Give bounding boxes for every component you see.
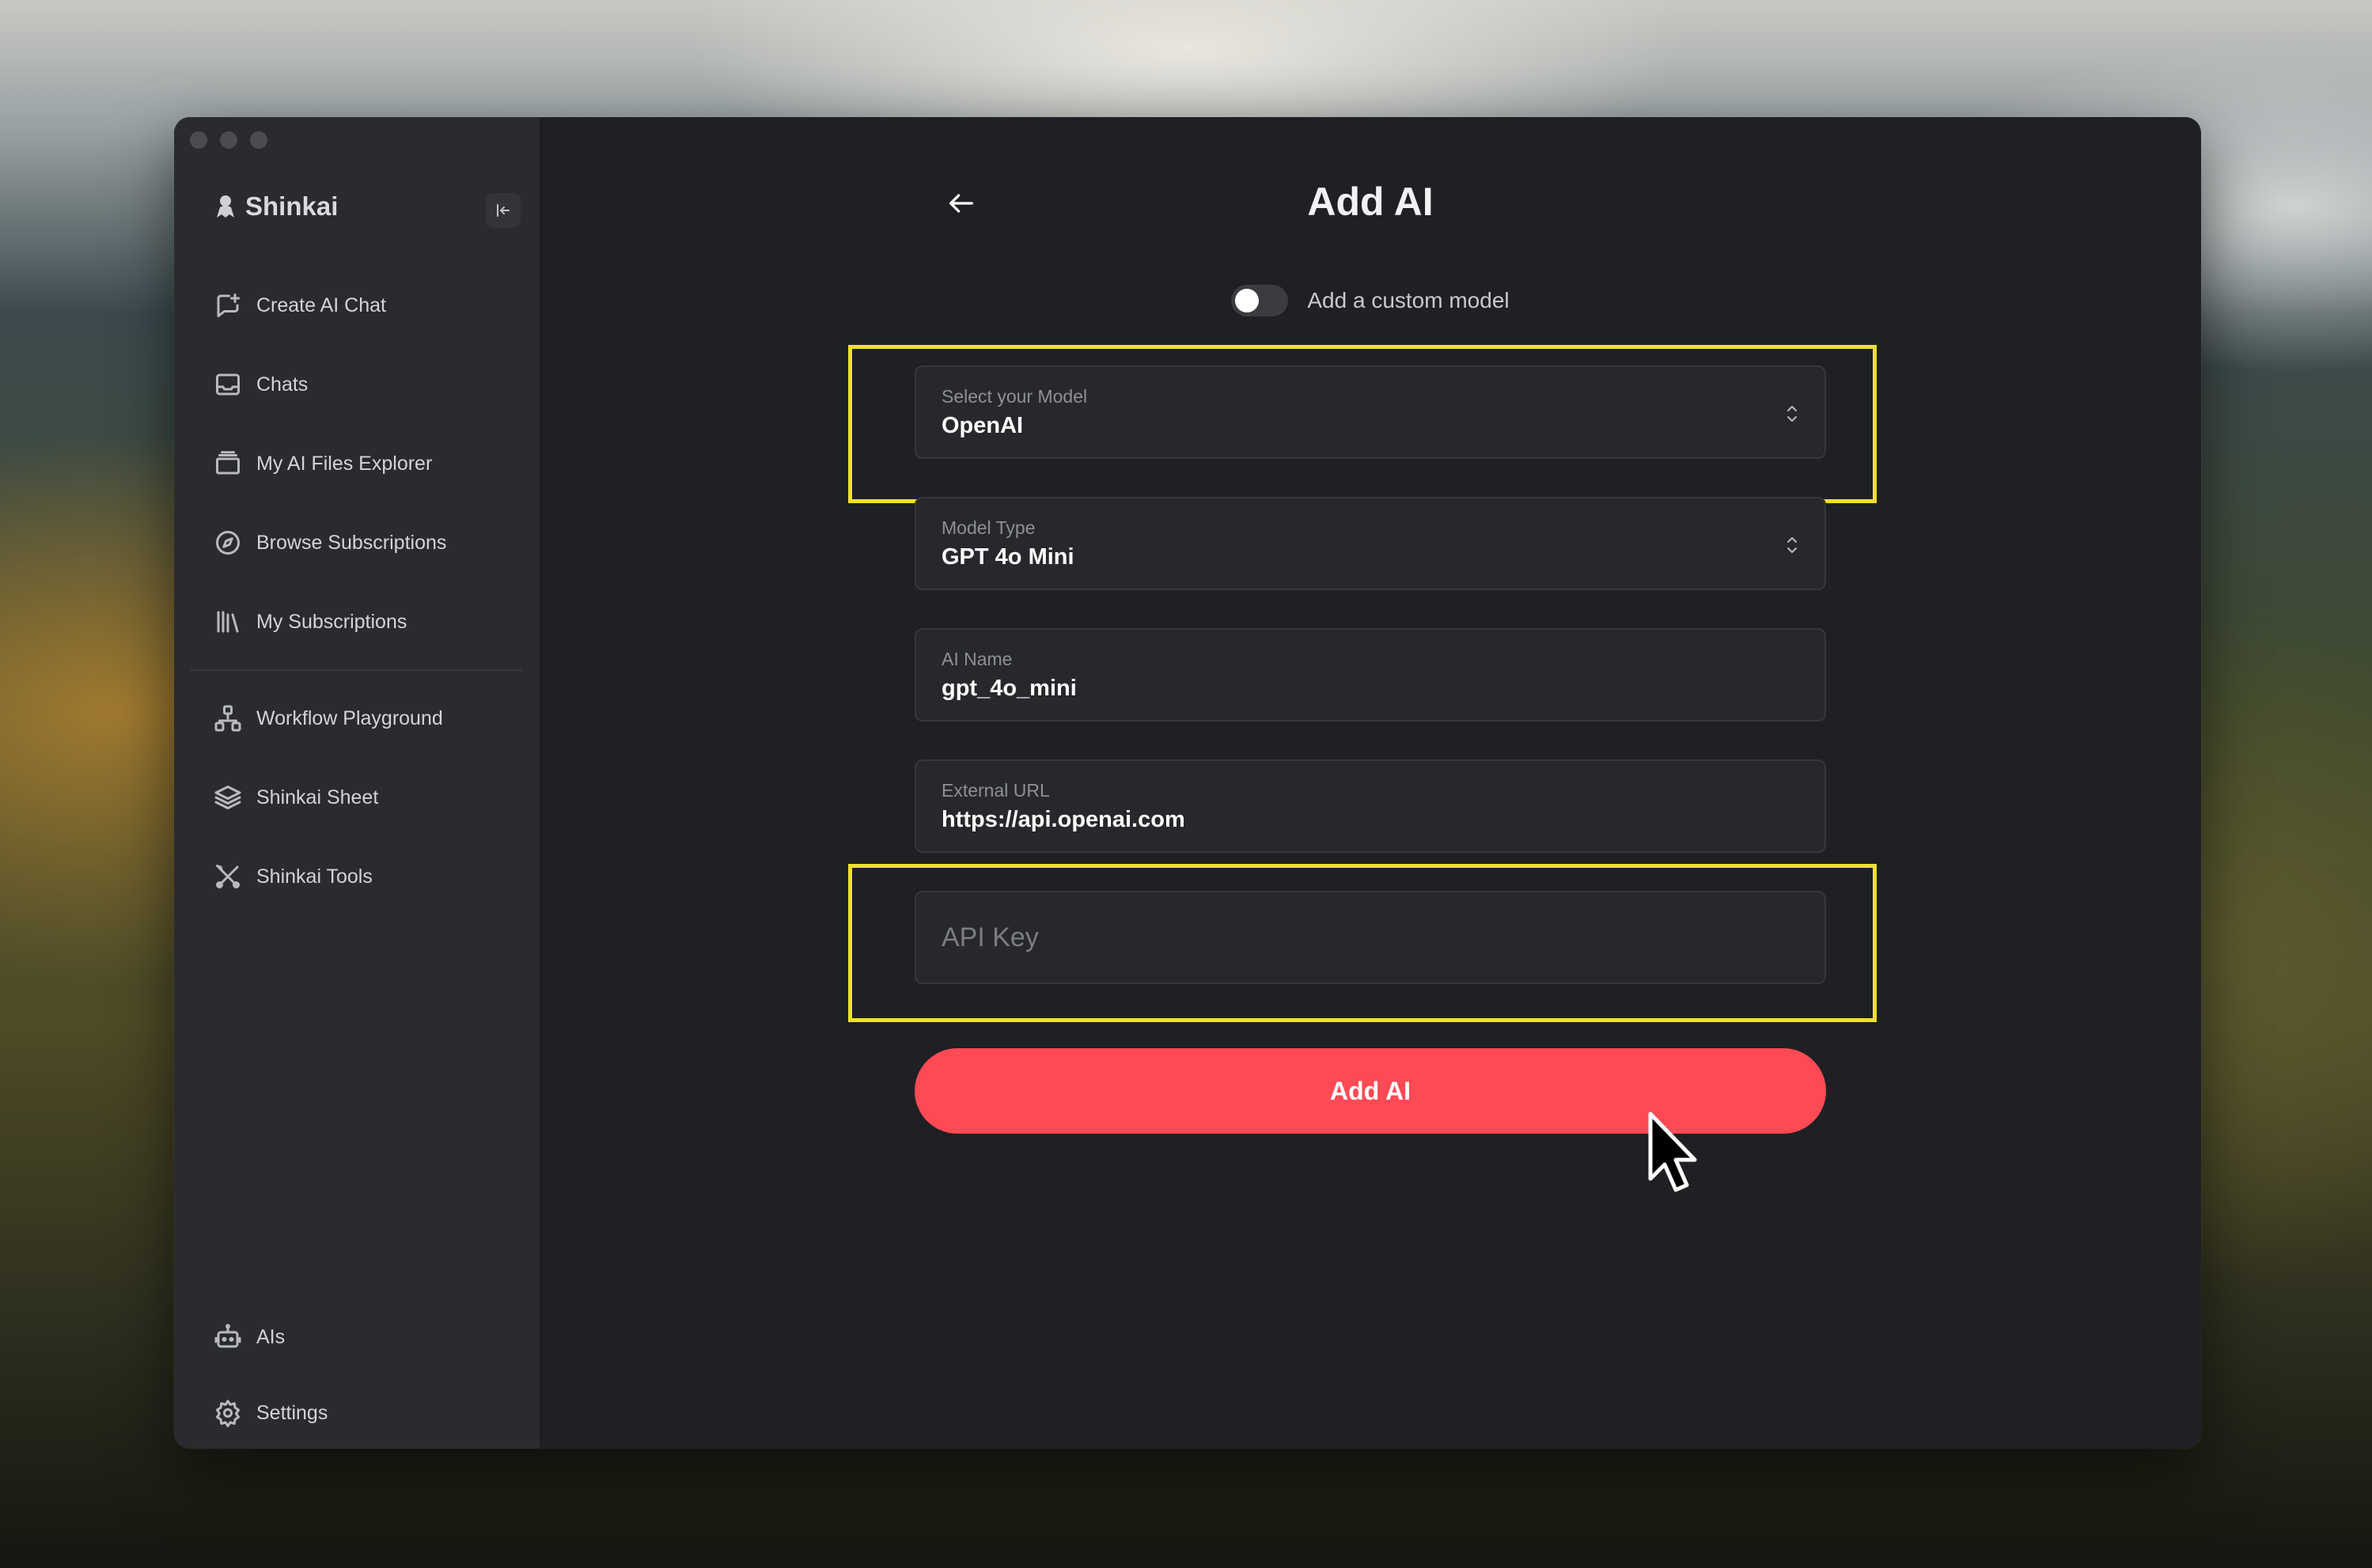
field-value: https://api.openai.com [942, 807, 1185, 832]
page-title: Add AI [1307, 180, 1434, 224]
secondary-nav: Workflow Playground Shinkai Sheet Shinka… [212, 679, 529, 916]
model-select[interactable]: Select your Model OpenAI [915, 365, 1826, 459]
app-name: Shinkai [245, 191, 339, 221]
primary-nav: Create AI Chat Chats My AI Files Explore… [212, 266, 529, 661]
collapse-icon [497, 204, 510, 217]
sidebar-item-label: My AI Files Explorer [256, 452, 433, 475]
external-url-field[interactable]: External URL https://api.openai.com [915, 759, 1826, 853]
sidebar-item-shinkai-tools[interactable]: Shinkai Tools [212, 837, 529, 916]
sidebar-item-label: Chats [256, 373, 309, 396]
app-window: Shinkai Create AI Chat Chats My AI Files… [174, 117, 2201, 1449]
collapse-sidebar-button[interactable] [486, 193, 521, 228]
sidebar-divider [190, 669, 522, 671]
field-value: gpt_4o_mini [942, 676, 1077, 701]
sidebar-item-browse-subscriptions[interactable]: Browse Subscriptions [212, 503, 529, 582]
close-window-button[interactable] [190, 131, 207, 149]
custom-model-toggle-row: Add a custom model [540, 285, 2201, 316]
custom-model-toggle[interactable] [1231, 285, 1289, 316]
sidebar-item-label: Shinkai Tools [256, 865, 373, 888]
bottom-nav: AIs Settings [212, 1299, 529, 1449]
field-label: Select your Model [942, 386, 1088, 407]
sidebar-item-label: AIs [256, 1325, 286, 1348]
compass-icon [216, 531, 240, 555]
field-value: GPT 4o Mini [942, 544, 1074, 570]
layers-icon [214, 786, 241, 809]
sidebar-item-chats[interactable]: Chats [212, 345, 529, 424]
sidebar-item-label: Browse Subscriptions [256, 531, 447, 554]
sidebar: Shinkai Create AI Chat Chats My AI Files… [174, 117, 540, 1449]
field-label: Model Type [942, 517, 1036, 538]
sidebar-item-ais[interactable]: AIs [212, 1299, 529, 1375]
sidebar-item-create-ai-chat[interactable]: Create AI Chat [212, 266, 529, 345]
api-key-field[interactable] [915, 891, 1826, 984]
custom-model-label: Add a custom model [1307, 288, 1510, 312]
workflow-icon [214, 705, 241, 732]
mouse-pointer-icon [1648, 1112, 1697, 1192]
gear-icon [216, 1399, 240, 1427]
brand: Shinkai [214, 191, 338, 222]
bot-icon [214, 1324, 241, 1348]
chat-plus-icon [217, 294, 240, 317]
sidebar-item-label: Create AI Chat [256, 294, 386, 316]
model-type-select[interactable]: Model Type GPT 4o Mini [915, 497, 1826, 590]
inbox-icon [216, 373, 240, 396]
toggle-knob [1235, 289, 1260, 312]
archive-icon [216, 451, 240, 475]
api-key-input[interactable] [916, 892, 1824, 983]
sidebar-item-my-subscriptions[interactable]: My Subscriptions [212, 582, 529, 661]
sidebar-item-label: Workflow Playground [256, 706, 443, 729]
sidebar-item-files-explorer[interactable]: My AI Files Explorer [212, 424, 529, 503]
sidebar-item-settings[interactable]: Settings [212, 1375, 529, 1449]
zoom-window-button[interactable] [250, 131, 267, 149]
sidebar-item-label: My Subscriptions [256, 610, 407, 633]
sidebar-item-label: Shinkai Sheet [256, 786, 379, 809]
tools-icon [216, 865, 240, 888]
chevron-up-down-icon [1787, 537, 1797, 553]
library-icon [217, 611, 239, 633]
main-panel: Add AI Add a custom model Select your Mo… [540, 117, 2201, 1449]
field-value: OpenAI [942, 413, 1024, 438]
shinkai-logo-icon [217, 195, 234, 218]
sidebar-item-shinkai-sheet[interactable]: Shinkai Sheet [212, 758, 529, 837]
sidebar-item-workflow-playground[interactable]: Workflow Playground [212, 679, 529, 758]
minimize-window-button[interactable] [220, 131, 237, 149]
window-controls [190, 131, 267, 149]
ai-name-field[interactable]: AI Name gpt_4o_mini [915, 628, 1826, 722]
field-label: AI Name [942, 649, 1013, 669]
field-label: External URL [942, 780, 1050, 801]
chevron-up-down-icon [1787, 406, 1797, 422]
sidebar-item-label: Settings [256, 1401, 328, 1424]
